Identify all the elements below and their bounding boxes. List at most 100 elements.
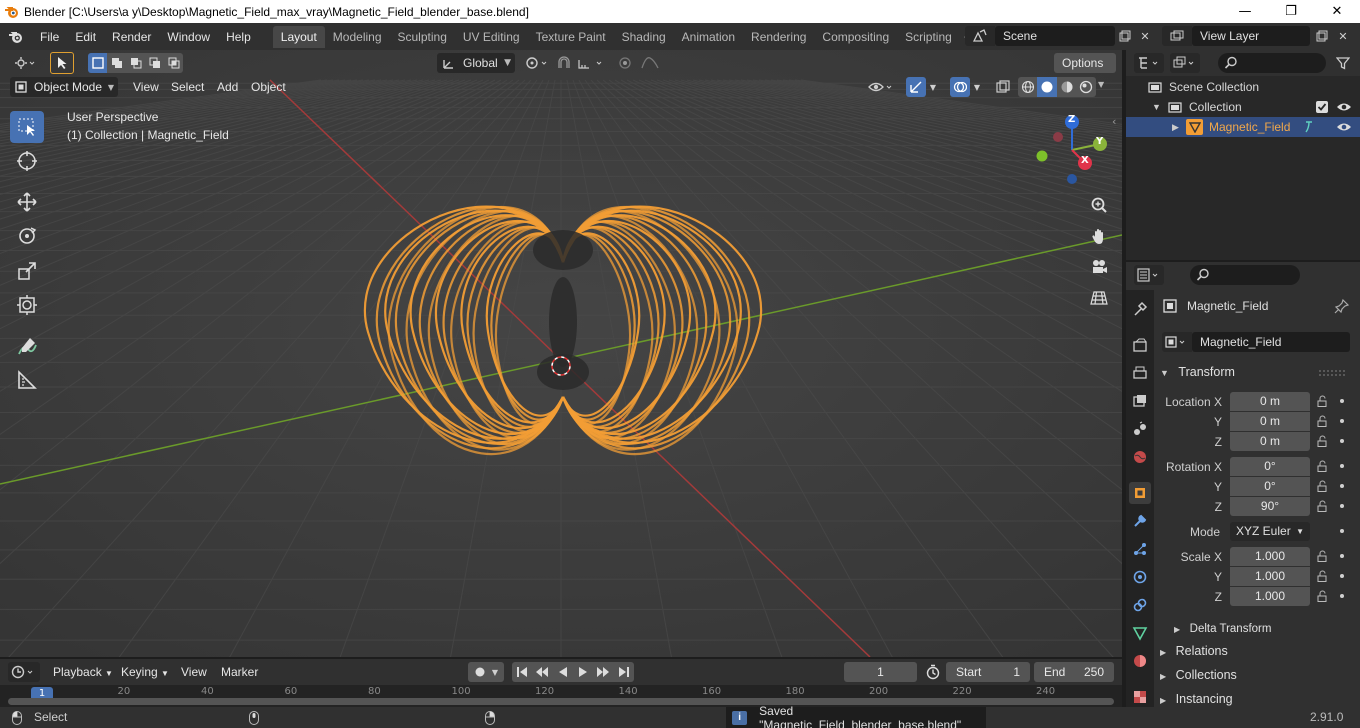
object-name-field[interactable]: Magnetic_Field <box>1192 332 1350 352</box>
keyframe-dot-icon[interactable] <box>1340 504 1344 508</box>
properties-search-input[interactable] <box>1190 265 1300 285</box>
jump-keyframe-forward-icon[interactable] <box>593 662 613 682</box>
camera-view-icon[interactable] <box>1086 254 1112 280</box>
scene-browse-icon[interactable] <box>965 26 995 46</box>
lock-icon[interactable] <box>1316 415 1328 427</box>
display-mode-icon[interactable] <box>1170 53 1200 73</box>
blender-menu-icon[interactable] <box>0 30 32 44</box>
3d-viewport[interactable]: User Perspective (1) Collection | Magnet… <box>0 50 1122 657</box>
keyframe-dot-icon[interactable] <box>1340 439 1344 443</box>
jump-end-icon[interactable] <box>614 662 634 682</box>
outliner-search-input[interactable] <box>1218 53 1326 73</box>
lock-icon[interactable] <box>1316 480 1328 492</box>
outliner-row-collection[interactable]: ▼ Collection <box>1126 97 1360 117</box>
solid-shading-icon[interactable] <box>1037 77 1057 97</box>
menu-file[interactable]: File <box>32 26 67 48</box>
select-intersect-icon[interactable] <box>164 53 183 73</box>
keyframe-dot-icon[interactable] <box>1340 464 1344 468</box>
auto-keying-button[interactable]: ▼ <box>468 662 504 682</box>
rotation-mode-dropdown[interactable]: XYZ Euler ▼ <box>1230 522 1310 541</box>
timeline-menu-keying[interactable]: Keying ▼ <box>114 662 176 682</box>
select-subtract-icon[interactable] <box>126 53 145 73</box>
tab-modeling[interactable]: Modeling <box>325 26 390 48</box>
collection-checkbox[interactable] <box>1316 101 1328 113</box>
lock-icon[interactable] <box>1316 500 1328 512</box>
snap-icon[interactable] <box>556 53 608 73</box>
xray-toggle-icon[interactable] <box>992 77 1014 97</box>
object-properties-tab[interactable] <box>1129 482 1151 504</box>
editor-type-icon[interactable] <box>10 53 40 73</box>
new-scene-icon[interactable] <box>1116 26 1134 46</box>
select-box-tool[interactable] <box>10 111 44 143</box>
scale-z-field[interactable]: 1.000 <box>1230 587 1310 606</box>
annotate-tool[interactable] <box>10 330 44 362</box>
view-layer-field[interactable]: View Layer <box>1192 26 1310 46</box>
tab-scripting[interactable]: Scripting <box>897 26 960 48</box>
tab-texture-paint[interactable]: Texture Paint <box>528 26 614 48</box>
close-window-button[interactable]: ✕ <box>1314 0 1360 23</box>
delete-view-layer-icon[interactable]: ✕ <box>1334 26 1352 46</box>
use-preview-range-icon[interactable] <box>922 662 944 682</box>
scale-x-field[interactable]: 1.000 <box>1230 547 1310 566</box>
scene-name-field[interactable]: Scene <box>995 26 1115 46</box>
play-reverse-icon[interactable] <box>553 662 573 682</box>
delete-scene-icon[interactable]: ✕ <box>1136 26 1154 46</box>
tab-layout[interactable]: Layout <box>272 25 325 48</box>
overlays-toggle-icon[interactable]: ▼ <box>946 77 984 97</box>
material-shading-icon[interactable] <box>1057 77 1076 97</box>
select-invert-icon[interactable] <box>145 53 164 73</box>
constraints-properties-tab[interactable] <box>1129 594 1151 616</box>
transform-tool[interactable] <box>10 289 44 321</box>
location-z-field[interactable]: 0 m <box>1230 432 1310 451</box>
keyframe-dot-icon[interactable] <box>1340 594 1344 598</box>
proportional-editing-icon[interactable] <box>614 53 666 73</box>
render-properties-tab[interactable] <box>1129 334 1151 356</box>
sidebar-toggle-icon[interactable]: ‹ <box>1112 115 1116 128</box>
tab-sculpting[interactable]: Sculpting <box>390 26 455 48</box>
gizmo-toggle-icon[interactable]: ▼ <box>902 77 940 97</box>
tab-shading[interactable]: Shading <box>614 26 674 48</box>
menu-help[interactable]: Help <box>218 26 259 48</box>
location-x-field[interactable]: 0 m <box>1230 392 1310 411</box>
scale-tool[interactable] <box>10 255 44 287</box>
properties-editor-type-icon[interactable] <box>1134 265 1164 285</box>
instancing-panel-header[interactable]: ▶ Instancing <box>1158 688 1354 710</box>
rotation-z-field[interactable]: 90° <box>1230 497 1310 516</box>
data-properties-tab[interactable] <box>1129 622 1151 644</box>
visibility-filter-icon[interactable] <box>866 77 896 97</box>
navigation-gizmo[interactable]: Z Y X <box>1030 110 1114 194</box>
keyframe-dot-icon[interactable] <box>1340 399 1344 403</box>
rotate-tool[interactable] <box>10 220 44 252</box>
pan-hand-icon[interactable] <box>1086 223 1112 249</box>
modifier-properties-tab[interactable] <box>1129 510 1151 532</box>
scale-y-field[interactable]: 1.000 <box>1230 567 1310 586</box>
zoom-icon[interactable] <box>1086 192 1112 218</box>
lock-icon[interactable] <box>1316 395 1328 407</box>
transform-orientation-dropdown[interactable]: Global ▼ <box>437 53 515 73</box>
timeline-editor-type-icon[interactable] <box>8 662 40 682</box>
lock-icon[interactable] <box>1316 550 1328 562</box>
eye-icon[interactable] <box>1336 100 1352 114</box>
rendered-shading-icon[interactable] <box>1076 77 1096 97</box>
scene-properties-tab[interactable] <box>1129 418 1151 440</box>
timeline-menu-marker[interactable]: Marker <box>214 662 265 682</box>
relations-panel-header[interactable]: ▶ Relations <box>1158 640 1354 662</box>
frame-end-field[interactable]: End 250 <box>1034 662 1114 682</box>
viewport-menu-view[interactable]: View <box>126 77 166 97</box>
view-layer-properties-tab[interactable] <box>1129 390 1151 412</box>
keyframe-dot-icon[interactable] <box>1340 484 1344 488</box>
collections-panel-header[interactable]: ▶ Collections <box>1158 664 1354 686</box>
keyframe-dot-icon[interactable] <box>1340 529 1344 533</box>
active-tool-icon[interactable] <box>50 52 74 74</box>
delta-transform-subpanel[interactable]: ▶ Delta Transform <box>1174 617 1360 639</box>
timeline-menu-view[interactable]: View <box>174 662 214 682</box>
particles-properties-tab[interactable] <box>1129 538 1151 560</box>
lock-icon[interactable] <box>1316 435 1328 447</box>
current-frame-field[interactable]: 1 <box>844 662 917 682</box>
shading-options-icon[interactable]: ▼ <box>1098 80 1104 89</box>
frame-start-field[interactable]: Start 1 <box>946 662 1030 682</box>
filter-icon[interactable] <box>1332 53 1354 73</box>
rotation-y-field[interactable]: 0° <box>1230 477 1310 496</box>
keyframe-dot-icon[interactable] <box>1340 574 1344 578</box>
material-properties-tab[interactable] <box>1129 650 1151 672</box>
